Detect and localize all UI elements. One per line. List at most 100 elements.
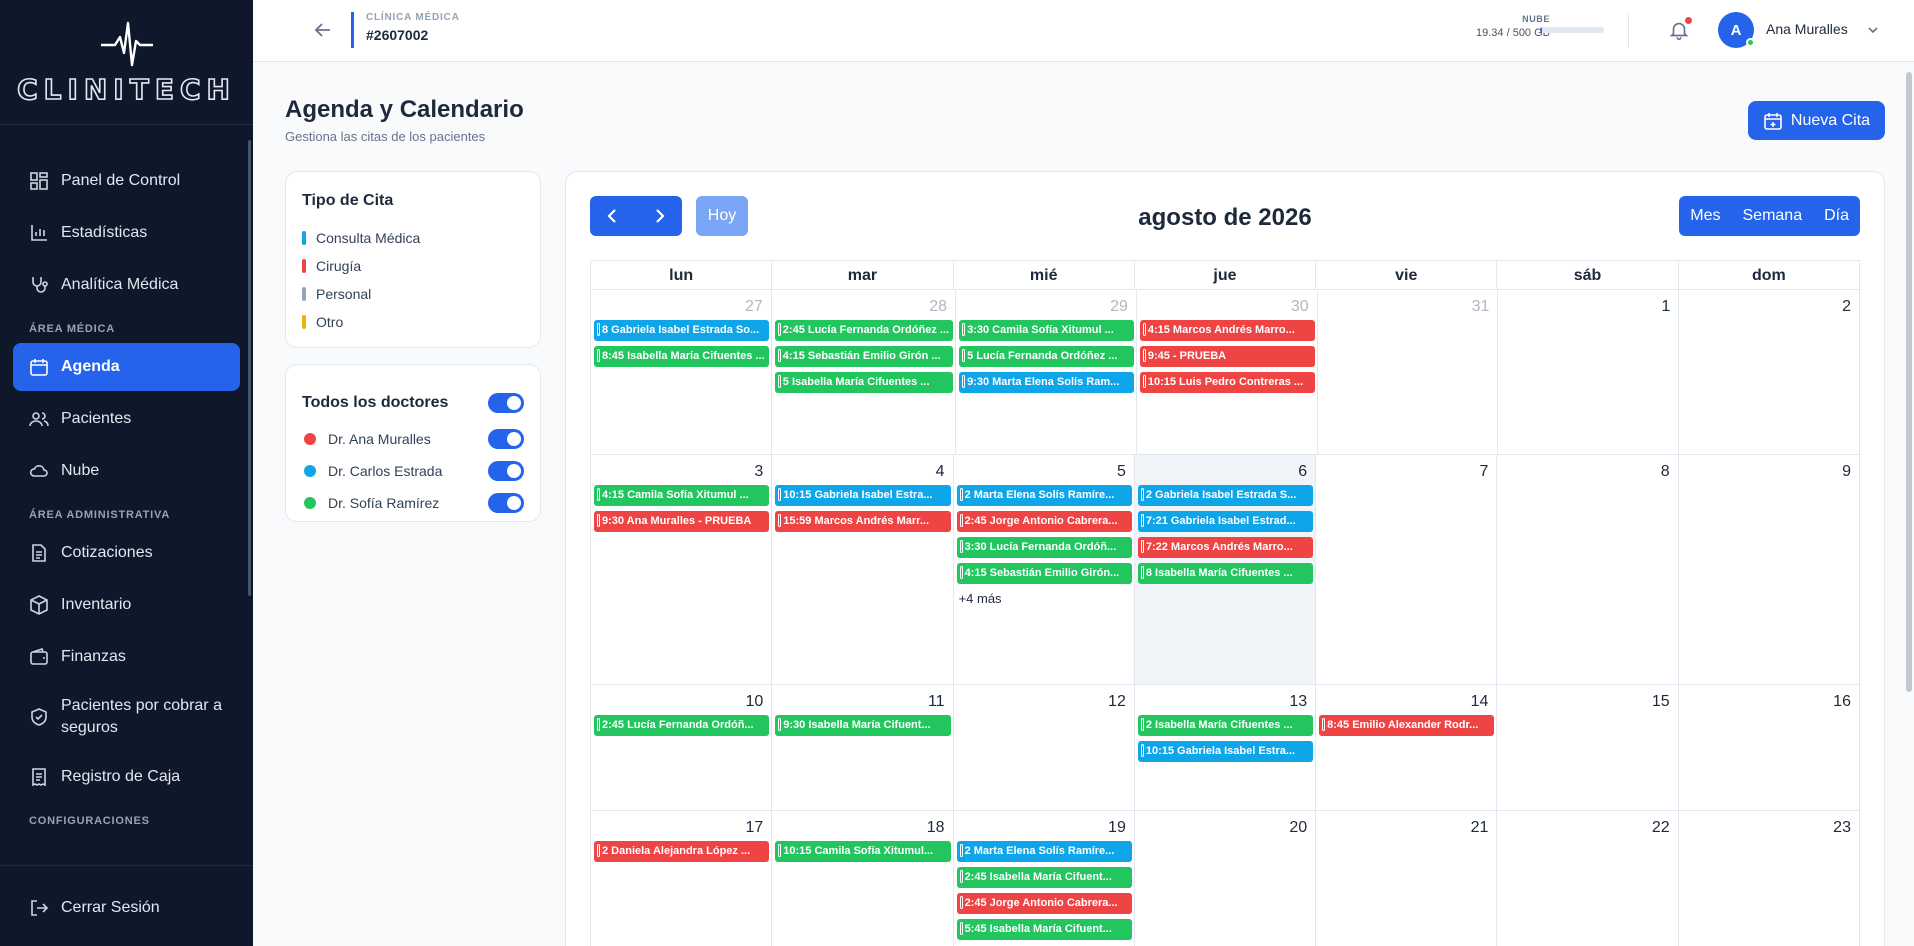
- sidebar-item-pacientes[interactable]: Pacientes: [13, 395, 240, 443]
- day-cell[interactable]: 11 9:30 Isabella María Cifuent...: [772, 685, 954, 810]
- day-cell[interactable]: 13 2 Isabella María Cifuentes ... 10:15 Ga…: [1135, 685, 1317, 810]
- day-cell[interactable]: 16: [1679, 685, 1859, 810]
- day-cell[interactable]: 20: [1135, 811, 1317, 946]
- calendar-event[interactable]: 8:45 Emilio Alexander Rodr...: [1319, 715, 1495, 736]
- more-events-link[interactable]: +4 más: [957, 589, 1132, 609]
- day-number[interactable]: 31: [1472, 298, 1490, 316]
- day-number[interactable]: 14: [1471, 693, 1489, 711]
- calendar-event[interactable]: 4:15 Sebastián Emilio Girón ...: [774, 346, 954, 367]
- calendar-event[interactable]: 7:22 Marcos Andrés Marro...: [1137, 537, 1314, 558]
- calendar-event[interactable]: 2:45 Lucía Fernanda Ordóñez ...: [774, 320, 954, 341]
- day-cell[interactable]: 31: [1318, 290, 1499, 454]
- sidebar-item-finanzas[interactable]: Finanzas: [13, 633, 240, 681]
- sidebar-item-nube[interactable]: Nube: [13, 447, 240, 495]
- avatar[interactable]: A: [1718, 12, 1755, 48]
- day-number[interactable]: 28: [929, 298, 947, 316]
- day-cell[interactable]: 7: [1316, 455, 1498, 684]
- day-cell[interactable]: 8: [1497, 455, 1679, 684]
- calendar-event[interactable]: 8 Gabriela Isabel Estrada So...: [594, 320, 769, 341]
- chevron-down-icon[interactable]: [1865, 22, 1881, 38]
- day-number[interactable]: 10: [745, 693, 763, 711]
- calendar-event[interactable]: 2 Daniela Alejandra López ...: [594, 841, 770, 862]
- calendar-event[interactable]: 2:45 Lucía Fernanda Ordóñ...: [594, 715, 770, 736]
- calendar-event[interactable]: 9:45 - PRUEBA: [1139, 346, 1315, 367]
- calendar-event[interactable]: 5 Isabella María Cifuentes ...: [774, 372, 954, 393]
- main-scrollbar[interactable]: [1906, 72, 1912, 692]
- day-cell[interactable]: 22: [1497, 811, 1679, 946]
- day-cell[interactable]: 18 10:15 Camila Sofía Xitumul...: [772, 811, 954, 946]
- day-cell[interactable]: 29 3:30 Camila Sofía Xitumul ... 5 Lucía F…: [956, 290, 1137, 454]
- calendar-event[interactable]: 2 Isabella María Cifuentes ...: [1137, 715, 1314, 736]
- day-number[interactable]: 11: [928, 693, 945, 711]
- day-cell[interactable]: 17 2 Daniela Alejandra López ...: [591, 811, 773, 946]
- view-month-button[interactable]: Mes: [1679, 196, 1731, 236]
- day-number[interactable]: 21: [1471, 819, 1489, 837]
- day-cell[interactable]: 10 2:45 Lucía Fernanda Ordóñ...: [591, 685, 773, 810]
- day-number[interactable]: 20: [1289, 819, 1307, 837]
- back-arrow-icon[interactable]: [311, 18, 335, 42]
- day-cell[interactable]: 21: [1316, 811, 1498, 946]
- calendar-event[interactable]: 5 Lucía Fernanda Ordóñez ...: [959, 346, 1134, 367]
- calendar-event[interactable]: 2 Gabriela Isabel Estrada S...: [1137, 485, 1314, 506]
- day-cell[interactable]: 23: [1679, 811, 1859, 946]
- user-name[interactable]: Ana Muralles: [1766, 21, 1848, 37]
- calendar-event[interactable]: 2:45 Jorge Antonio Cabrera...: [956, 893, 1132, 914]
- calendar-event[interactable]: 9:30 Isabella María Cifuent...: [775, 715, 951, 736]
- day-cell[interactable]: 1: [1498, 290, 1680, 454]
- day-number[interactable]: 23: [1833, 819, 1851, 837]
- calendar-event[interactable]: 10:15 Camila Sofía Xitumul...: [775, 841, 951, 862]
- calendar-event[interactable]: 10:15 Gabriela Isabel Estra...: [775, 485, 951, 506]
- calendar-event[interactable]: 15:59 Marcos Andrés Marr...: [775, 511, 951, 532]
- calendar-event[interactable]: 10:15 Luis Pedro Contreras ...: [1139, 372, 1315, 393]
- new-appointment-button[interactable]: Nueva Cita: [1748, 101, 1885, 140]
- sidebar-item-pacientes-seguros[interactable]: Pacientes por cobrar a seguros: [13, 685, 240, 749]
- calendar-event[interactable]: 5:45 Isabella María Cifuent...: [956, 919, 1132, 940]
- day-cell[interactable]: 4 10:15 Gabriela Isabel Estra... 15:59 Mar…: [772, 455, 954, 684]
- calendar-event[interactable]: 2:45 Isabella María Cifuent...: [956, 867, 1132, 888]
- day-number[interactable]: 13: [1289, 693, 1307, 711]
- view-week-button[interactable]: Semana: [1732, 196, 1814, 236]
- logout-button[interactable]: Cerrar Sesión: [13, 884, 240, 932]
- day-cell[interactable]: 6 2 Gabriela Isabel Estrada S... 7:21 Gabr…: [1134, 455, 1317, 684]
- day-cell[interactable]: 15: [1497, 685, 1679, 810]
- doctor-toggle[interactable]: [488, 461, 524, 481]
- sidebar-item-inventario[interactable]: Inventario: [13, 581, 240, 629]
- day-cell[interactable]: 19 2 Marta Elena Solís Ramíre... 2:45 Isab…: [954, 811, 1135, 946]
- day-number[interactable]: 12: [1108, 693, 1126, 711]
- calendar-event[interactable]: 7:21 Gabriela Isabel Estrad...: [1137, 511, 1314, 532]
- calendar-event[interactable]: 4:15 Sebastián Emilio Girón...: [956, 563, 1132, 584]
- calendar-event[interactable]: 8 Isabella María Cifuentes ...: [1137, 563, 1314, 584]
- day-number[interactable]: 3: [754, 463, 763, 481]
- calendar-event[interactable]: 3:30 Camila Sofía Xitumul ...: [959, 320, 1134, 341]
- sidebar-scrollbar[interactable]: [248, 140, 251, 596]
- day-number[interactable]: 2: [1842, 298, 1851, 316]
- sidebar-item-analitica[interactable]: Analítica Médica: [13, 261, 240, 309]
- day-number[interactable]: 15: [1652, 693, 1670, 711]
- calendar-event[interactable]: 4:15 Camila Sofía Xitumul ...: [594, 485, 770, 506]
- sidebar-item-agenda[interactable]: Agenda: [13, 343, 240, 391]
- day-cell[interactable]: 30 4:15 Marcos Andrés Marro... 9:45 - PRUE…: [1137, 290, 1318, 454]
- day-number[interactable]: 17: [745, 819, 763, 837]
- sidebar-item-cotizaciones[interactable]: Cotizaciones: [13, 529, 240, 577]
- day-number[interactable]: 1: [1661, 298, 1670, 316]
- day-number[interactable]: 4: [936, 463, 945, 481]
- doctor-toggle[interactable]: [488, 493, 524, 513]
- day-cell[interactable]: 27 8 Gabriela Isabel Estrada So... 8:45 Is…: [591, 290, 772, 454]
- day-number[interactable]: 6: [1298, 463, 1307, 481]
- day-number[interactable]: 27: [745, 298, 763, 316]
- day-number[interactable]: 7: [1480, 463, 1489, 481]
- calendar-event[interactable]: 9:30 Marta Elena Solís Ram...: [959, 372, 1134, 393]
- day-cell[interactable]: 2: [1679, 290, 1859, 454]
- view-day-button[interactable]: Día: [1813, 196, 1860, 236]
- day-cell[interactable]: 52 Marta Elena Solís Ramíre... 2:45 Jorge…: [954, 455, 1135, 684]
- day-cell[interactable]: 14 8:45 Emilio Alexander Rodr...: [1316, 685, 1498, 810]
- day-number[interactable]: 8: [1661, 463, 1670, 481]
- calendar-event[interactable]: 2 Marta Elena Solís Ramíre...: [956, 841, 1132, 862]
- sidebar-item-panel[interactable]: Panel de Control: [13, 157, 240, 205]
- calendar-event[interactable]: 10:15 Gabriela Isabel Estra...: [1137, 741, 1314, 762]
- sidebar-item-registro-caja[interactable]: Registro de Caja: [13, 753, 240, 801]
- day-number[interactable]: 22: [1652, 819, 1670, 837]
- day-number[interactable]: 18: [927, 819, 945, 837]
- day-number[interactable]: 30: [1291, 298, 1309, 316]
- day-cell[interactable]: 28 2:45 Lucía Fernanda Ordóñez ... 4:15 Se…: [772, 290, 957, 454]
